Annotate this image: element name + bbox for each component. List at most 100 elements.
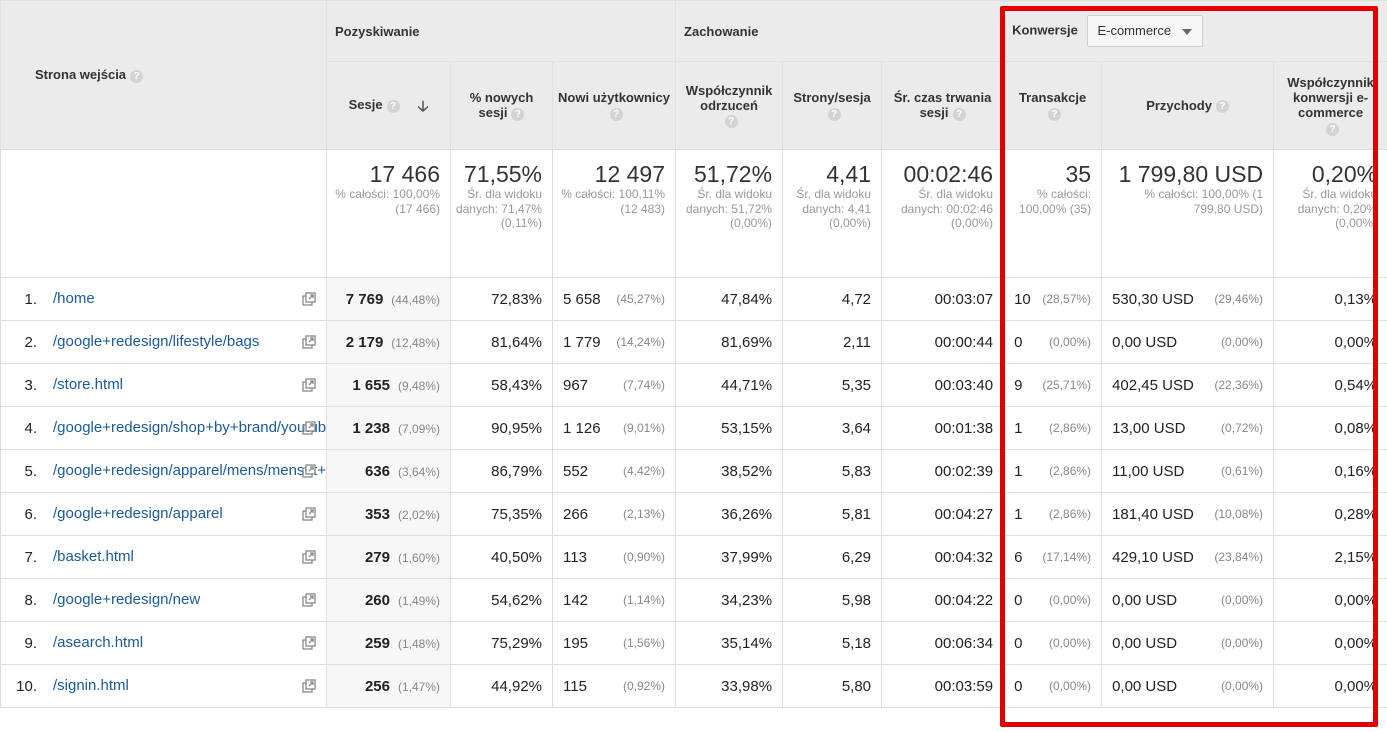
help-icon[interactable]: ?	[386, 99, 400, 113]
cell-rev-pc: (0,72%)	[1221, 421, 1264, 435]
cell-tr: 10	[1014, 290, 1031, 308]
column-header-conversion-rate[interactable]: Współczynnik konwersji e-commerce?	[1273, 61, 1387, 150]
conversion-rate-cell: 0,08%	[1273, 406, 1387, 450]
conversion-rate-cell: 0,16%	[1273, 449, 1387, 493]
landing-page-link[interactable]: /signin.html	[53, 666, 296, 707]
column-header-transactions[interactable]: Transakcje?	[1003, 61, 1103, 150]
cell-br: 37,99%	[721, 548, 773, 566]
landing-page-link[interactable]: /google+redesign/apparel/mens/mens+t+shi…	[53, 451, 326, 492]
external-link-icon[interactable]	[302, 679, 316, 693]
external-link-icon[interactable]	[302, 421, 316, 435]
pages-session-cell: 6,29	[782, 535, 883, 579]
cell-tr-pc: (17,14%)	[1042, 550, 1092, 564]
external-link-icon[interactable]	[302, 378, 316, 392]
avg-duration-cell: 00:03:40	[881, 363, 1005, 407]
cell-rev: 0,00 USD	[1112, 333, 1178, 351]
group-header-conversions: Konwersje E-commerce	[1003, 0, 1387, 62]
new-users-cell: 552 (4,42%)	[551, 449, 677, 493]
cell-dur: 00:04:27	[934, 505, 994, 523]
cell-tr-pc: (2,86%)	[1049, 421, 1092, 435]
column-header-bounce-rate[interactable]: Współczynnik odrzuceń?	[675, 61, 784, 150]
cell-page: /basket.html	[53, 548, 134, 565]
pages-session-cell: 5,83	[782, 449, 883, 493]
cell-tr: 1	[1014, 462, 1023, 480]
new-users-cell: 142 (1,14%)	[551, 578, 677, 622]
column-header-new-users[interactable]: Nowi użytkownicy?	[551, 61, 677, 150]
help-icon[interactable]: ?	[1326, 122, 1340, 136]
pages-session-cell: 3,64	[782, 406, 883, 450]
cell-nu: 967	[563, 376, 589, 394]
cell-nu-pc: (4,42%)	[623, 464, 666, 478]
cell-n: 1.	[24, 290, 37, 308]
help-icon[interactable]: ?	[724, 115, 738, 129]
landing-page-link[interactable]: /google+redesign/shop+by+brand/youtube	[53, 408, 326, 449]
cell-ns: 58,43%	[491, 376, 542, 394]
new-users-cell: 113 (0,90%)	[551, 535, 677, 579]
revenue-cell: 402,45 USD (22,36%)	[1101, 363, 1275, 407]
cell-dur: 00:03:59	[934, 677, 994, 695]
row-index: 7.	[2, 537, 37, 578]
cell-ses-pc: (3,64%)	[397, 464, 440, 479]
cell-tr: 1	[1014, 505, 1023, 523]
landing-page-link[interactable]: /asearch.html	[53, 623, 296, 664]
revenue-cell: 11,00 USD (0,61%)	[1101, 449, 1275, 493]
new-users-cell: 1 126 (9,01%)	[551, 406, 677, 450]
external-link-icon[interactable]	[302, 464, 316, 478]
landing-page-link[interactable]: /store.html	[53, 365, 296, 406]
transactions-cell: 1 (2,86%)	[1003, 449, 1103, 493]
cell-n: 8.	[24, 591, 37, 609]
column-header-new-sessions[interactable]: % nowych sesji?	[450, 61, 553, 150]
cell-ses: 1 238	[352, 419, 390, 437]
cell-ses-pc: (1,48%)	[397, 636, 440, 651]
column-header-landing-page[interactable]: Strona wejścia?	[0, 0, 327, 150]
cell-cr: 0,16%	[1334, 462, 1378, 480]
help-icon[interactable]: ?	[511, 107, 525, 121]
new-sessions-cell: 54,62%	[450, 578, 553, 622]
table-row: 9. /asearch.html 259 (1,48%) 75,29% 195 (1…	[0, 621, 1387, 665]
conversion-type-dropdown[interactable]: E-commerce	[1087, 15, 1204, 47]
cell-ses-pc: (1,60%)	[397, 550, 440, 565]
cell-dur: 00:03:07	[934, 290, 994, 308]
external-link-icon[interactable]	[302, 636, 316, 650]
cell-ses: 260	[364, 591, 390, 609]
external-link-icon[interactable]	[302, 335, 316, 349]
new-users-cell: 5 658 (45,27%)	[551, 277, 677, 321]
cell-nu-pc: (9,01%)	[623, 421, 666, 435]
help-icon[interactable]: ?	[130, 69, 144, 83]
landing-page-link[interactable]: /home	[53, 279, 296, 320]
cell-ses: 256	[364, 677, 390, 695]
cell-br: 33,98%	[721, 677, 773, 695]
landing-page-link[interactable]: /google+redesign/lifestyle/bags	[53, 322, 296, 363]
row-index: 6.	[2, 494, 37, 535]
external-link-icon[interactable]	[302, 507, 316, 521]
external-link-icon[interactable]	[302, 550, 316, 564]
cell-tr-pc: (2,86%)	[1049, 507, 1092, 521]
cell-tr-pc: (0,00%)	[1049, 335, 1092, 349]
table-row: 8. /google+redesign/new 260 (1,49%) 54,62…	[0, 578, 1387, 622]
sort-arrow-down-icon[interactable]: 🡣	[418, 98, 429, 115]
cell-ns: 90,95%	[491, 419, 542, 437]
external-link-icon[interactable]	[302, 292, 316, 306]
help-icon[interactable]: ?	[1215, 100, 1229, 114]
help-icon[interactable]: ?	[952, 107, 966, 121]
cell-rev-pc: (0,00%)	[1221, 593, 1264, 607]
landing-page-link[interactable]: /google+redesign/apparel	[53, 494, 296, 535]
cell-tr-pc: (0,00%)	[1049, 636, 1092, 650]
cell-nu-pc: (1,14%)	[623, 593, 666, 607]
external-link-icon[interactable]	[302, 593, 316, 607]
column-header-revenue[interactable]: Przychody?	[1101, 61, 1275, 150]
column-header-avg-duration[interactable]: Śr. czas trwania sesji?	[881, 61, 1005, 150]
cell-br: 36,26%	[721, 505, 773, 523]
column-header-sessions[interactable]: Sesje? 🡣	[326, 61, 451, 150]
help-icon[interactable]: ?	[827, 107, 841, 121]
help-icon[interactable]: ?	[609, 107, 623, 121]
column-header-pages-session[interactable]: Strony/sesja?	[782, 61, 883, 150]
avg-duration-cell: 00:02:39	[881, 449, 1005, 493]
cell-nu: 552	[563, 462, 589, 480]
row-index: 9.	[2, 623, 37, 664]
help-icon[interactable]: ?	[1048, 107, 1062, 121]
cell-ses: 259	[364, 634, 390, 652]
landing-page-link[interactable]: /google+redesign/new	[53, 580, 296, 621]
landing-page-link[interactable]: /basket.html	[53, 537, 296, 578]
revenue-cell: 429,10 USD (23,84%)	[1101, 535, 1275, 579]
